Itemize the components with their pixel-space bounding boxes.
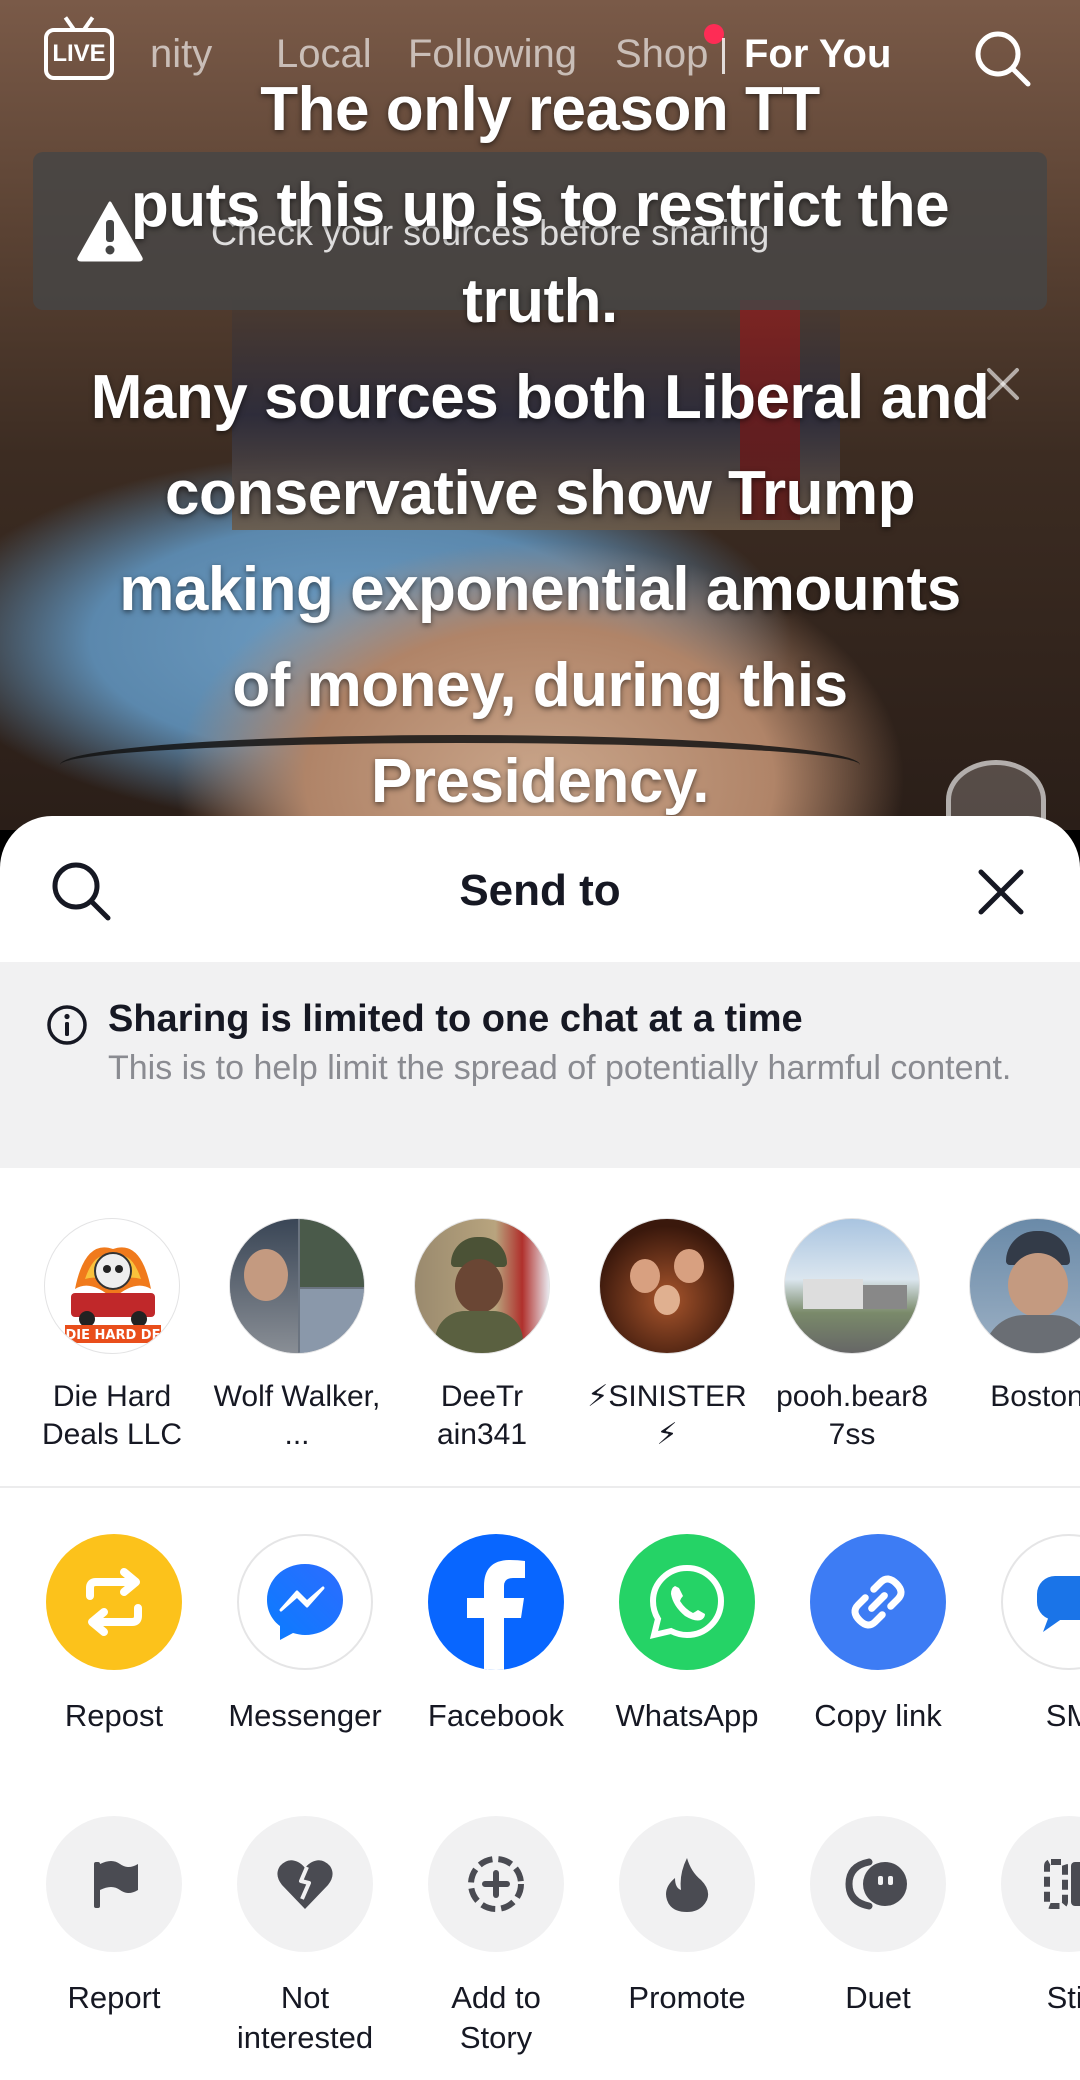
contact-name: DeeTr ain341 [436,1380,528,1451]
share-label: SM [1045,1698,1080,1733]
action-label: Not interested [236,1980,374,2055]
promote-button[interactable]: Promote [592,1816,782,2018]
broken-heart-icon [237,1816,373,1952]
link-icon [810,1534,946,1670]
whatsapp-icon [619,1534,755,1670]
close-icon[interactable] [975,866,1027,918]
duet-icon [810,1816,946,1952]
action-label: Promote [628,1980,746,2015]
avatar [969,1218,1080,1354]
not-interested-button[interactable]: Not interested [210,1816,400,2058]
share-sheet: Send to Sharing is limited to one chat a… [0,816,1080,2080]
caption-line: of money, during this [232,651,848,720]
sms-icon [1001,1534,1080,1670]
contact-name: Wolf Walker, ... [213,1380,381,1451]
duet-button[interactable]: Duet [783,1816,973,2018]
contact-item[interactable]: DIE HARD DE Die Hard Deals LLC [22,1218,202,1454]
report-button[interactable]: Report [19,1816,209,2018]
contact-name: pooh.bear8 7ss [776,1380,928,1451]
flag-icon [46,1816,182,1952]
sharing-limit-notice: Sharing is limited to one chat at a time… [0,962,1080,1168]
messenger-button[interactable]: Messenger [210,1534,400,1736]
facebook-button[interactable]: Facebook [401,1534,591,1736]
contacts-row: DIE HARD DE Die Hard Deals LLC Wolf Walk… [0,1218,1080,1458]
actions-row: Report Not interested Add to Story Promo… [0,1816,1080,2076]
whatsapp-button[interactable]: WhatsApp [592,1534,782,1736]
repost-icon [46,1534,182,1670]
avatar [599,1218,735,1354]
avatar [229,1218,365,1354]
share-label: WhatsApp [615,1698,759,1733]
copy-link-button[interactable]: Copy link [783,1534,973,1736]
caption-line: The only reason TT [260,75,820,144]
contact-item[interactable]: Wolf Walker, ... [207,1218,387,1454]
action-label: Stit [1046,1980,1080,2015]
repost-button[interactable]: Repost [19,1534,209,1736]
stitch-button[interactable]: Stit [974,1816,1080,2018]
contact-item[interactable]: ⚡SINISTER ⚡ [577,1218,757,1454]
contact-name: Boston [990,1380,1080,1413]
flame-icon [619,1816,755,1952]
action-label: Add to Story [451,1980,541,2055]
notice-body: This is to help limit the spread of pote… [108,1049,1012,1087]
notice-title: Sharing is limited to one chat at a time [108,998,803,1040]
share-apps-row: Repost Messenger Facebook WhatsApp Copy … [0,1534,1080,1734]
caption-line: truth. [462,267,618,336]
add-to-story-button[interactable]: Add to Story [401,1816,591,2058]
video-caption: The only reason TT puts this up is to re… [40,62,1040,830]
caption-line: making exponential amounts [119,555,961,624]
contact-item[interactable]: DeeTr ain341 [392,1218,572,1454]
avatar [414,1218,550,1354]
share-label: Copy link [814,1698,942,1733]
action-label: Duet [845,1980,911,2015]
sheet-title: Send to [459,866,621,915]
avatar-logo-text: DIE HARD DE [66,1328,161,1343]
contact-item[interactable]: Boston [947,1218,1080,1416]
share-label: Facebook [427,1698,565,1733]
contact-name: Die Hard Deals LLC [41,1380,183,1451]
caption-line: conservative show Trump [165,459,915,528]
divider [0,1486,1080,1488]
info-icon [47,1005,87,1045]
stitch-icon [1001,1816,1080,1952]
share-label: Repost [64,1698,164,1733]
share-label: Messenger [228,1698,382,1733]
caption-line: Many sources both Liberal and [90,363,990,432]
facebook-icon [428,1534,564,1670]
messenger-icon [237,1534,373,1670]
avatar: DIE HARD DE [44,1218,180,1354]
contact-name: ⚡SINISTER ⚡ [587,1380,747,1451]
add-story-icon [428,1816,564,1952]
avatar [784,1218,920,1354]
caption-line: puts this up is to restrict the [130,171,950,240]
action-label: Report [67,1980,161,2015]
contact-item[interactable]: pooh.bear8 7ss [762,1218,942,1454]
sms-button[interactable]: SM [974,1534,1080,1736]
sheet-header: Send to [0,816,1080,962]
shop-notification-dot [704,24,724,44]
